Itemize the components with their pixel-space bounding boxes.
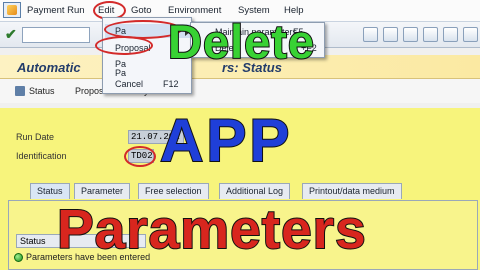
command-field[interactable] <box>22 27 90 43</box>
menu-item-cancel-shortcut: F12 <box>163 79 179 89</box>
last-page-icon[interactable] <box>463 27 478 42</box>
first-page-icon[interactable] <box>403 27 418 42</box>
menu-item-pa-3[interactable]: Pa <box>115 68 126 78</box>
page-title: Automatic <box>17 60 81 75</box>
delete-highlight-circle <box>95 36 153 55</box>
overlay-title-parameters: Parameters <box>56 197 367 261</box>
find-next-icon[interactable] <box>383 27 398 42</box>
enter-check-icon[interactable]: ✔ <box>5 26 17 43</box>
identification-label: Identification <box>16 151 67 161</box>
menu-payment-run[interactable]: Payment Run <box>27 5 85 16</box>
menu-item-cancel[interactable]: Cancel <box>115 79 143 89</box>
run-date-label: Run Date <box>16 132 55 142</box>
identification-highlight-circle <box>124 146 156 167</box>
overlay-title-app: APP <box>159 106 293 175</box>
status-icon <box>15 86 25 96</box>
status-button[interactable]: Status <box>29 86 55 96</box>
find-icon[interactable] <box>363 27 378 42</box>
green-light-icon <box>14 253 23 262</box>
prev-page-icon[interactable] <box>423 27 438 42</box>
sap-logo-icon <box>3 2 21 18</box>
next-page-icon[interactable] <box>443 27 458 42</box>
overlay-title-delete: Delete <box>167 14 316 69</box>
menu-goto[interactable]: Goto <box>131 5 152 16</box>
application-toolbar: Status Proposal Payment run <box>0 79 480 103</box>
